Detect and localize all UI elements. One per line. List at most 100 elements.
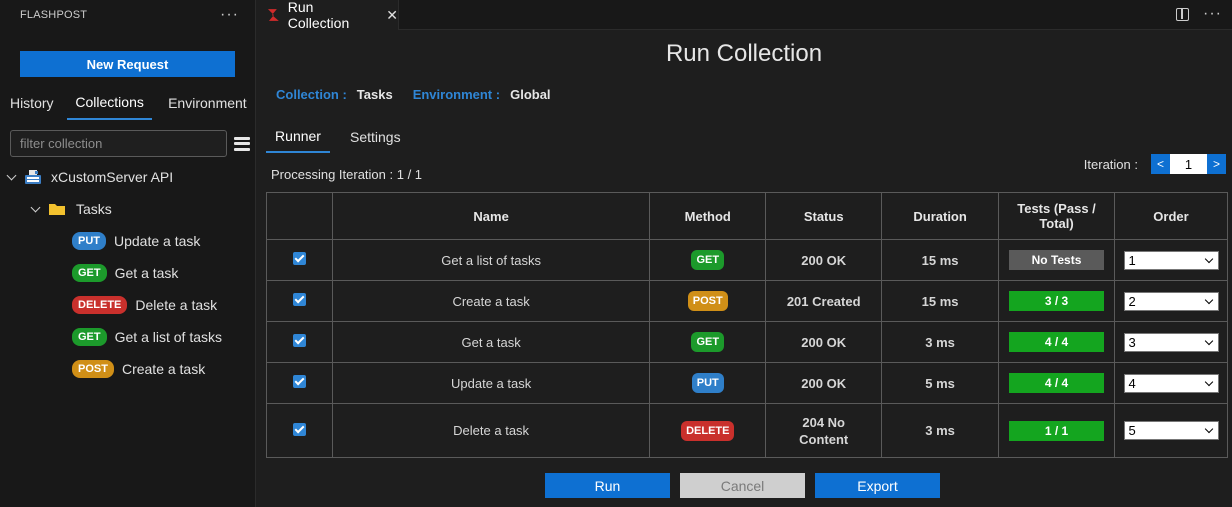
ellipsis-icon[interactable]: ··· — [1203, 5, 1222, 23]
cancel-button[interactable]: Cancel — [680, 473, 805, 498]
folder-icon — [49, 204, 65, 215]
row-checkbox[interactable] — [292, 375, 306, 388]
close-icon[interactable]: ✕ — [386, 7, 398, 24]
iteration-next-button[interactable]: > — [1207, 154, 1226, 174]
request-name: Update a task — [114, 233, 201, 249]
method-badge: POST — [687, 291, 728, 311]
request-name-cell: Delete a task — [331, 403, 651, 458]
method-badge: PUT — [72, 232, 106, 250]
request-name: Delete a task — [135, 297, 218, 313]
collection-node[interactable]: xCustomServer API — [6, 166, 173, 188]
request-item[interactable]: PUT Update a task — [72, 230, 200, 252]
chevron-down-icon — [1204, 336, 1213, 345]
chevron-down-icon — [1204, 254, 1213, 263]
folder-name: Tasks — [76, 201, 112, 217]
duration-cell: 5 ms — [881, 362, 1000, 404]
duration-cell: 15 ms — [881, 239, 1000, 281]
sidebar-title: FLASHPOST — [20, 9, 88, 21]
order-value: 2 — [1128, 293, 1136, 309]
run-button[interactable]: Run — [545, 473, 670, 498]
tab-history[interactable]: History — [0, 86, 63, 120]
table-row: Get a list of tasks GET 200 OK 15 ms No … — [266, 239, 1228, 281]
table-row: Update a task PUT 200 OK 5 ms 4 / 4 4 — [266, 362, 1228, 404]
request-name-cell: Create a task — [331, 280, 651, 322]
request-item[interactable]: GET Get a task — [72, 262, 178, 284]
duration-cell: 3 ms — [881, 321, 1000, 363]
column-header-tests: Tests (Pass / Total) — [998, 192, 1115, 240]
processing-status: Processing Iteration : 1 / 1 — [271, 167, 423, 182]
chevron-down-icon — [1204, 295, 1213, 304]
status-cell: 200 OK — [765, 239, 883, 281]
menu-icon[interactable] — [234, 136, 250, 152]
filter-collection-input[interactable] — [10, 130, 227, 157]
collection-value: Tasks — [356, 87, 393, 102]
request-item[interactable]: DELETE Delete a task — [72, 294, 217, 316]
new-request-button[interactable]: New Request — [20, 51, 235, 77]
order-value: 4 — [1128, 375, 1136, 391]
sidebar-header: FLASHPOST ··· — [0, 0, 255, 30]
column-header-duration: Duration — [881, 192, 1000, 240]
status-cell: 204 No Content — [765, 403, 883, 458]
chevron-down-icon — [6, 171, 18, 183]
duration-cell: 3 ms — [881, 403, 1000, 458]
action-buttons: Run Cancel Export — [545, 473, 950, 498]
page-title: Run Collection — [665, 40, 823, 67]
iteration-input[interactable] — [1170, 154, 1207, 174]
collection-name: xCustomServer API — [51, 169, 174, 185]
request-item[interactable]: POST Create a task — [72, 358, 205, 380]
status-cell: 200 OK — [765, 362, 883, 404]
column-header-status: Status — [765, 192, 883, 240]
method-badge: GET — [691, 332, 725, 352]
request-name-cell: Update a task — [331, 362, 651, 404]
split-editor-icon[interactable] — [1176, 7, 1190, 21]
order-select[interactable]: 5 — [1123, 421, 1219, 440]
duration-cell: 15 ms — [881, 280, 1000, 322]
request-name: Get a list of tasks — [114, 329, 222, 345]
method-badge: GET — [691, 250, 725, 270]
run-results-table: Name Method Status Duration Tests (Pass … — [266, 192, 1228, 458]
tab-runner[interactable]: Runner — [266, 120, 330, 153]
folder-node[interactable]: Tasks — [30, 198, 112, 220]
row-checkbox[interactable] — [292, 293, 306, 306]
order-select[interactable]: 4 — [1123, 373, 1219, 393]
method-badge: GET — [72, 264, 107, 282]
row-checkbox[interactable] — [292, 422, 306, 436]
ellipsis-icon[interactable]: ··· — [220, 6, 239, 24]
order-value: 5 — [1128, 423, 1136, 438]
table-header-row: Name Method Status Duration Tests (Pass … — [266, 192, 1228, 240]
tab-collections[interactable]: Collections — [67, 86, 152, 120]
request-item[interactable]: GET Get a list of tasks — [72, 326, 222, 348]
collection-label: Collection : — [276, 87, 347, 102]
tests-result: No Tests — [1009, 250, 1105, 270]
tab-run-collection[interactable]: Run Collection ✕ — [256, 0, 399, 31]
order-select[interactable]: 2 — [1123, 291, 1219, 311]
editor-tabbar: Run Collection ✕ ··· — [256, 0, 1232, 31]
sidebar: FLASHPOST ··· New Request History Collec… — [0, 0, 256, 507]
run-meta: Collection : Tasks Environment : Global — [276, 87, 571, 102]
row-checkbox[interactable] — [292, 334, 306, 347]
chevron-down-icon — [1204, 377, 1213, 386]
order-select[interactable]: 1 — [1123, 250, 1219, 270]
tab-settings[interactable]: Settings — [340, 120, 411, 153]
request-name: Get a task — [114, 265, 179, 281]
column-header-order: Order — [1114, 192, 1228, 240]
tab-environment[interactable]: Environment — [159, 86, 256, 120]
request-name-cell: Get a list of tasks — [331, 239, 651, 281]
method-badge: POST — [72, 360, 114, 378]
main-panel: Run Collection ✕ ··· Run Collection Coll… — [256, 0, 1232, 507]
order-select[interactable]: 3 — [1123, 332, 1219, 352]
request-name-cell: Get a task — [331, 321, 651, 363]
export-button[interactable]: Export — [815, 473, 940, 498]
row-checkbox[interactable] — [292, 252, 306, 265]
status-cell: 201 Created — [765, 280, 883, 322]
environment-label: Environment : — [412, 87, 501, 102]
tests-result: 4 / 4 — [1009, 373, 1105, 393]
filter-row — [10, 130, 254, 157]
iteration-prev-button[interactable]: < — [1151, 154, 1170, 174]
table-row: Delete a task DELETE 204 No Content 3 ms… — [266, 403, 1228, 458]
method-badge: GET — [72, 328, 107, 346]
tab-actions: ··· — [1176, 5, 1222, 23]
status-cell: 200 OK — [765, 321, 883, 363]
server-collection-icon — [25, 170, 41, 184]
chevron-down-icon — [30, 203, 42, 215]
